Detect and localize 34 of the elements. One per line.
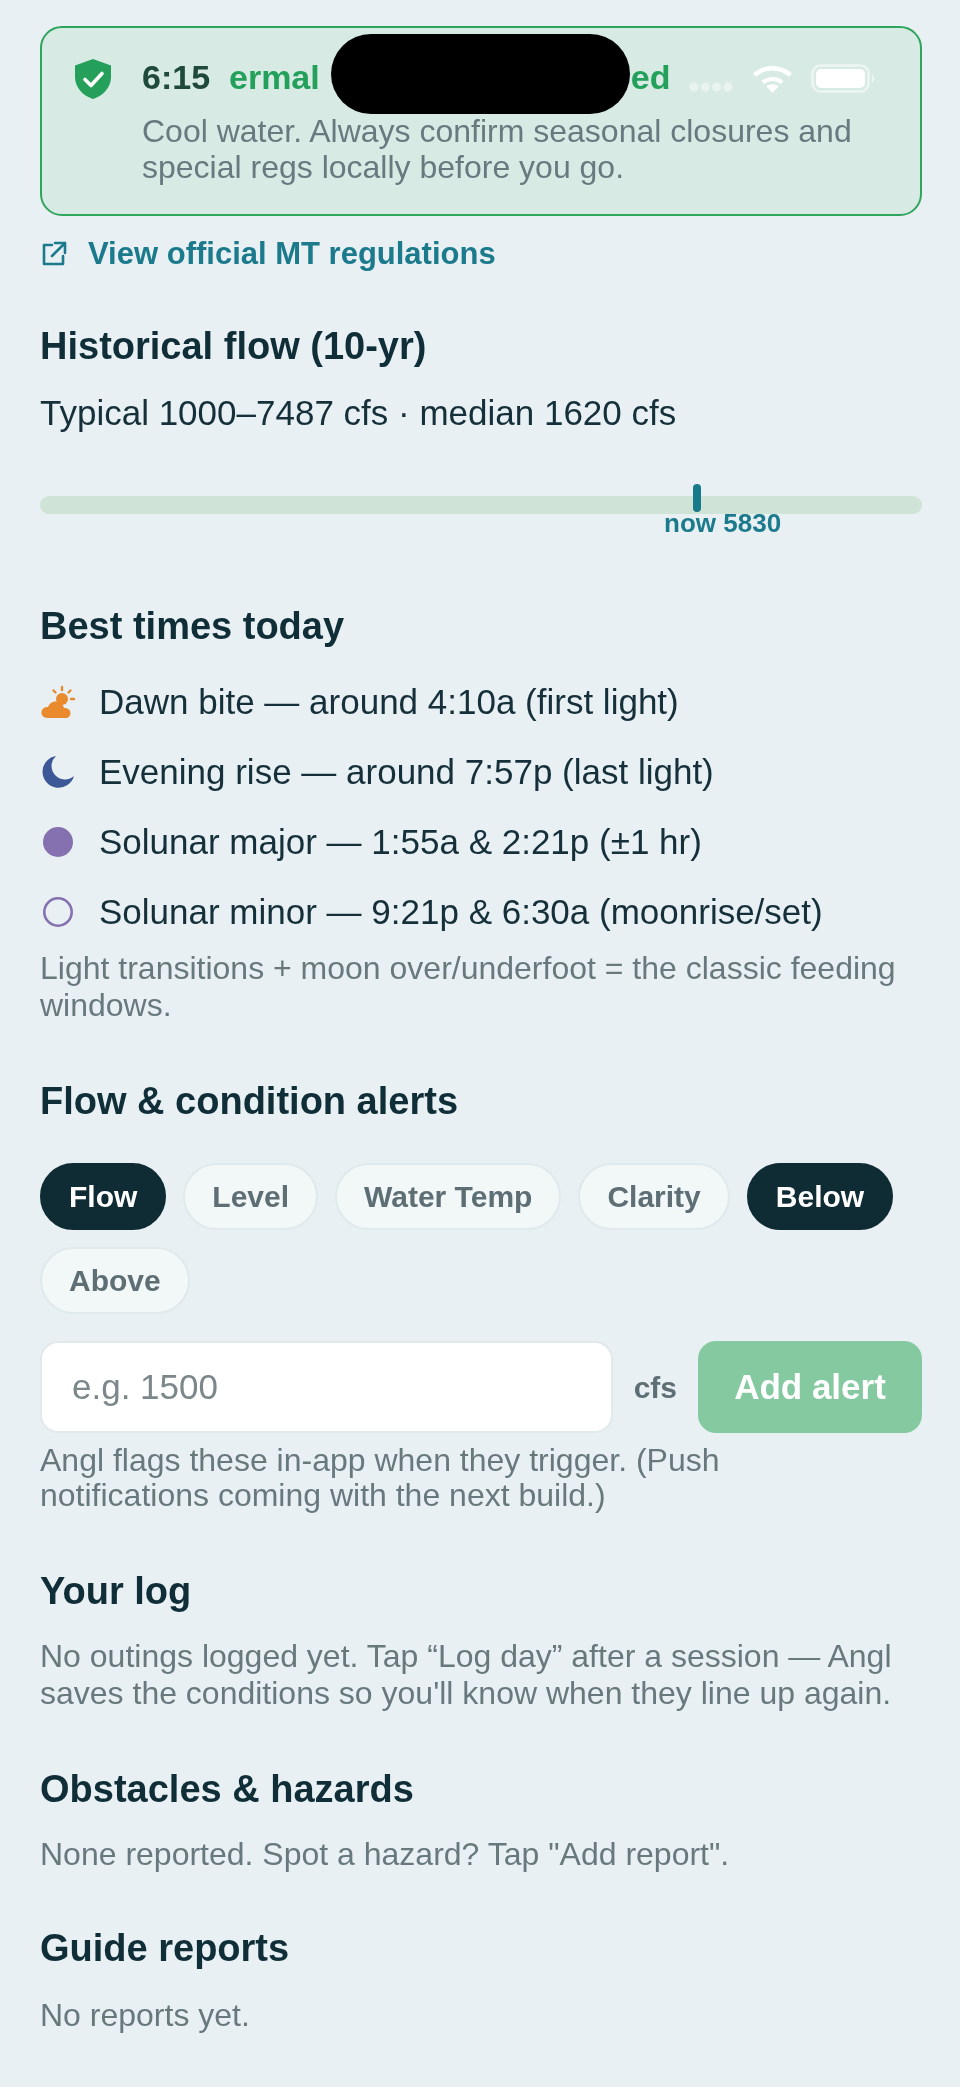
best-times-note: Light transitions + moon over/underfoot = the classic feeding windows. [40, 950, 897, 1024]
best-time-text: Solunar major — 1:55a & 2:21p (±1 hr) [99, 822, 702, 862]
battery-icon [811, 64, 876, 93]
filter-chip[interactable]: Above [40, 1247, 190, 1314]
regulations-link[interactable]: View official MT regulations [40, 234, 496, 274]
best-time-text: Dawn bite — around 4:10a (first light) [99, 682, 679, 722]
empty-state-text: None reported. Spot a hazard? Tap "Add report". [40, 1836, 731, 1873]
threshold-input[interactable]: e.g. 1500 [40, 1341, 613, 1433]
external-link-icon [40, 240, 67, 268]
filter-chip[interactable]: Level [183, 1163, 319, 1230]
filter-chip[interactable]: Flow [40, 1163, 167, 1230]
current-flow-label: now 5830 [664, 508, 782, 538]
section-heading: Guide reports [40, 1926, 291, 1970]
status-time: 6:15 [142, 57, 211, 97]
section-heading: Best times today [40, 604, 346, 648]
best-time-text: Solunar minor — 9:21p & 6:30a (moonrise/set) [99, 892, 823, 932]
best-time-text: Evening rise — around 7:57p (last light) [99, 752, 714, 792]
shield-check-icon [72, 58, 114, 100]
notice-text: Cool water. Always confirm seasonal closures and special regs locally before you go. [142, 113, 853, 185]
notice-title: ed [630, 57, 671, 97]
notice-title: ermal [229, 57, 320, 97]
section-heading: Flow & condition alerts [40, 1079, 460, 1123]
section-heading: Obstacles & hazards [40, 1767, 415, 1811]
filter-chip[interactable]: Below [746, 1163, 894, 1230]
filter-chip[interactable]: Water Temp [335, 1163, 562, 1230]
wifi-icon [752, 64, 793, 93]
empty-state-text: No reports yet. [40, 1997, 251, 2034]
filter-chip[interactable]: Clarity [578, 1163, 730, 1230]
section-heading: Your log [40, 1569, 193, 1613]
unit-label: cfs [633, 1369, 677, 1406]
flow-summary: Typical 1000–7487 cfs · median 1620 cfs [40, 393, 678, 433]
alerts-note: Angl flags these in-app when they trigger. (Push notifications coming with the next build.) [40, 1443, 721, 1513]
empty-state-text: No outings logged yet. Tap “Log day” after a session — Angl saves the conditions so you'll know when they line up again. [40, 1638, 893, 1712]
section-heading: Historical flow (10-yr) [40, 324, 428, 368]
